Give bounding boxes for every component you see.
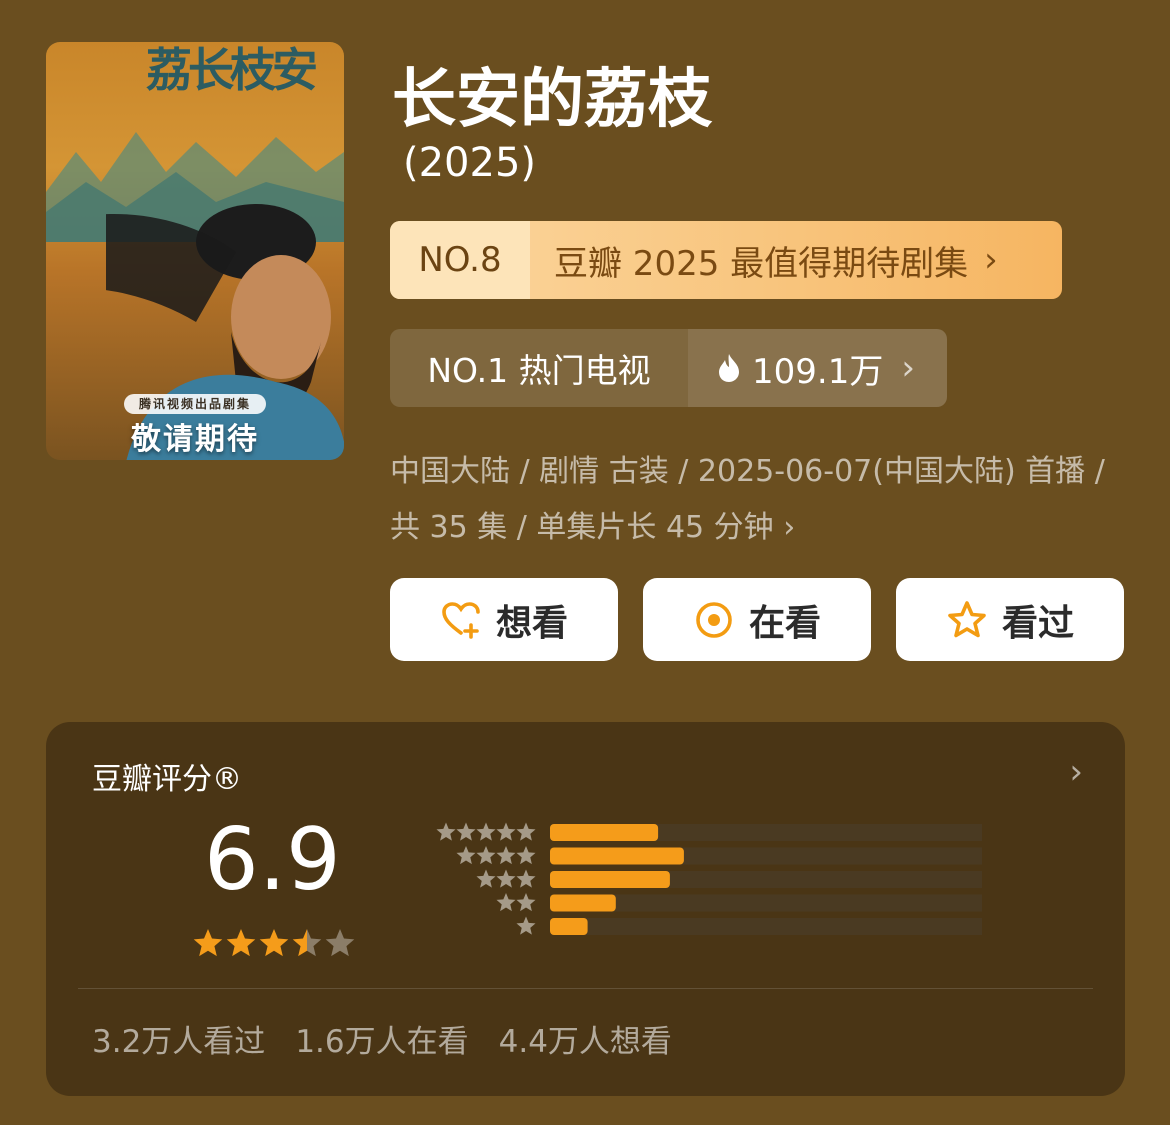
dist-star-row4-2 (496, 846, 516, 865)
poster-cta: 敬请期待 (131, 422, 259, 457)
dist-bar-4-star (550, 847, 684, 865)
watched-count: 3.2万人看过 (92, 1024, 266, 1060)
dist-star-row4-1 (516, 846, 536, 865)
rating-star-5 (325, 929, 355, 957)
watching-button[interactable]: 在看 (643, 578, 871, 661)
dist-star-row3-2 (496, 869, 516, 888)
chevron-right-icon: › (783, 510, 796, 545)
watched-label: 看过 (1001, 602, 1074, 644)
poster-image[interactable]: 荔长枝安 腾讯视频出品剧集 敬请期待 (46, 42, 344, 460)
chevron-right-icon: › (1069, 752, 1083, 792)
show-meta[interactable]: 中国大陆 / 剧情 古装 / 2025-06-07(中国大陆) 首播 / 共 3… (390, 444, 1120, 556)
dist-bar-1-star (550, 918, 588, 935)
release-year: (2025) (403, 140, 537, 186)
watching-count: 1.6万人在看 (295, 1024, 469, 1060)
heat-value: 109.1万 (752, 351, 884, 392)
meta-text: 中国大陆 / 剧情 古装 / 2025-06-07(中国大陆) 首播 / 共 3… (390, 454, 1105, 545)
heat-index: 109.1万 › (688, 329, 947, 407)
producer-badge: 腾讯视频出品剧集 (124, 394, 266, 414)
dist-star-row5-2 (496, 822, 516, 841)
dist-bar-2-star (550, 894, 616, 912)
rating-star-2 (226, 929, 256, 957)
dist-bar-3-star (550, 871, 670, 888)
ranking-badge-hot[interactable]: NO.1 热门电视 109.1万 › (390, 329, 947, 407)
rating-distribution (436, 822, 982, 935)
divider (78, 988, 1093, 989)
dist-star-row5-4 (456, 822, 476, 841)
rating-star-3 (259, 929, 289, 957)
poster-title-art: 荔长枝安 (146, 43, 318, 97)
dist-track-1-star (550, 918, 982, 935)
ranking-badge-expected[interactable]: NO.8 豆瓣 2025 最值得期待剧集 › (390, 221, 1062, 299)
dist-star-row2-2 (496, 893, 516, 912)
dist-bar-5-star (550, 824, 659, 841)
dist-star-row3-3 (476, 869, 496, 888)
dist-star-row4-3 (476, 846, 496, 865)
dist-star-row4-4 (456, 846, 476, 865)
target-icon (696, 601, 732, 638)
rating-star-4 (292, 929, 322, 957)
dist-star-row5-3 (476, 822, 496, 841)
want-button[interactable]: 想看 (390, 578, 618, 661)
dist-star-row2-1 (516, 893, 536, 912)
rank-number: NO.8 (390, 221, 530, 299)
chevron-right-icon: › (984, 240, 998, 280)
rating-footer: 3.2万人看过 1.6万人在看 4.4万人想看 (92, 1016, 672, 1061)
rating-header: 豆瓣评分® (92, 762, 242, 797)
dist-star-row5-5 (436, 822, 456, 841)
want-label: 想看 (495, 602, 568, 644)
page-title: 长安的荔枝 (392, 63, 712, 137)
watched-button[interactable]: 看过 (896, 578, 1124, 661)
star-icon (948, 600, 986, 637)
rating-stars (193, 929, 355, 957)
rating-score: 6.9 (204, 810, 341, 910)
flame-icon (719, 354, 739, 382)
want-count: 4.4万人想看 (498, 1024, 672, 1060)
chevron-right-icon: › (901, 348, 915, 388)
dist-star-row5-1 (516, 822, 536, 841)
rating-card[interactable]: 豆瓣评分® › 6.9 3.2万人看过 1.6万人在看 4.4万人想看 (46, 722, 1125, 1096)
rank-label-wrap: 豆瓣 2025 最值得期待剧集 › (530, 221, 1062, 299)
heart-plus-icon (442, 601, 480, 639)
rating-star-1 (193, 929, 223, 957)
hot-rank-label: NO.1 热门电视 (427, 351, 651, 390)
dist-star-row1-1 (516, 916, 536, 935)
dist-star-row3-1 (516, 869, 536, 888)
rank-label: 豆瓣 2025 最值得期待剧集 (554, 243, 969, 284)
watching-label: 在看 (748, 602, 821, 644)
